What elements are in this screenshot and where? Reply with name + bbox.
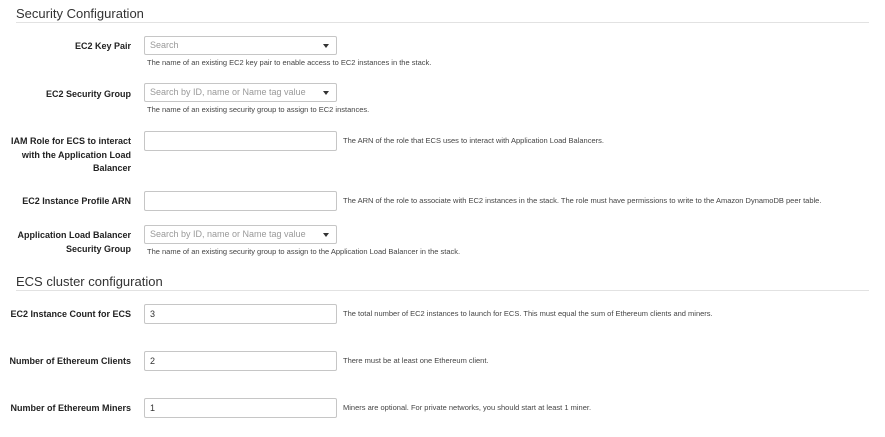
security-group-select[interactable]: Search by ID, name or Name tag value	[144, 83, 337, 102]
section-title-ecs: ECS cluster configuration	[16, 274, 163, 289]
eth-clients-input[interactable]	[144, 351, 337, 371]
instance-count-help: The total number of EC2 instances to lau…	[343, 309, 713, 318]
security-group-label: EC2 Security Group	[45, 89, 131, 99]
section-title-security: Security Configuration	[16, 6, 144, 21]
instance-profile-input[interactable]	[144, 191, 337, 211]
instance-count-label: EC2 Instance Count for ECS	[10, 309, 131, 319]
key-pair-label: EC2 Key Pair	[74, 41, 131, 51]
dropdown-caret-icon	[323, 44, 329, 48]
eth-miners-help: Miners are optional. For private network…	[343, 403, 592, 412]
alb-security-group-select[interactable]: Search by ID, name or Name tag value	[144, 225, 337, 244]
instance-count-input[interactable]	[144, 304, 337, 324]
alb-security-group-help: The name of an existing security group t…	[147, 247, 461, 256]
security-group-placeholder: Search by ID, name or Name tag value	[150, 87, 306, 97]
instance-profile-label: EC2 Instance Profile ARN	[22, 196, 131, 206]
eth-miners-input[interactable]	[144, 398, 337, 418]
eth-clients-label: Number of Ethereum Clients	[9, 356, 131, 366]
dropdown-caret-icon	[323, 233, 329, 237]
eth-clients-help: There must be at least one Ethereum clie…	[343, 356, 489, 365]
section-divider	[16, 290, 869, 291]
iam-role-label: IAM Role for ECS to interact with the Ap…	[10, 136, 131, 173]
alb-security-group-label: Application Load Balancer Security Group	[17, 230, 131, 254]
security-group-help: The name of an existing security group t…	[147, 105, 370, 114]
iam-role-input[interactable]	[144, 131, 337, 151]
key-pair-placeholder: Search	[150, 40, 179, 50]
key-pair-help: The name of an existing EC2 key pair to …	[147, 58, 432, 67]
iam-role-help: The ARN of the role that ECS uses to int…	[343, 136, 604, 145]
instance-profile-help: The ARN of the role to associate with EC…	[343, 196, 822, 205]
key-pair-select[interactable]: Search	[144, 36, 337, 55]
alb-security-group-placeholder: Search by ID, name or Name tag value	[150, 229, 306, 239]
dropdown-caret-icon	[323, 91, 329, 95]
eth-miners-label: Number of Ethereum Miners	[10, 403, 131, 413]
section-divider	[16, 22, 869, 23]
